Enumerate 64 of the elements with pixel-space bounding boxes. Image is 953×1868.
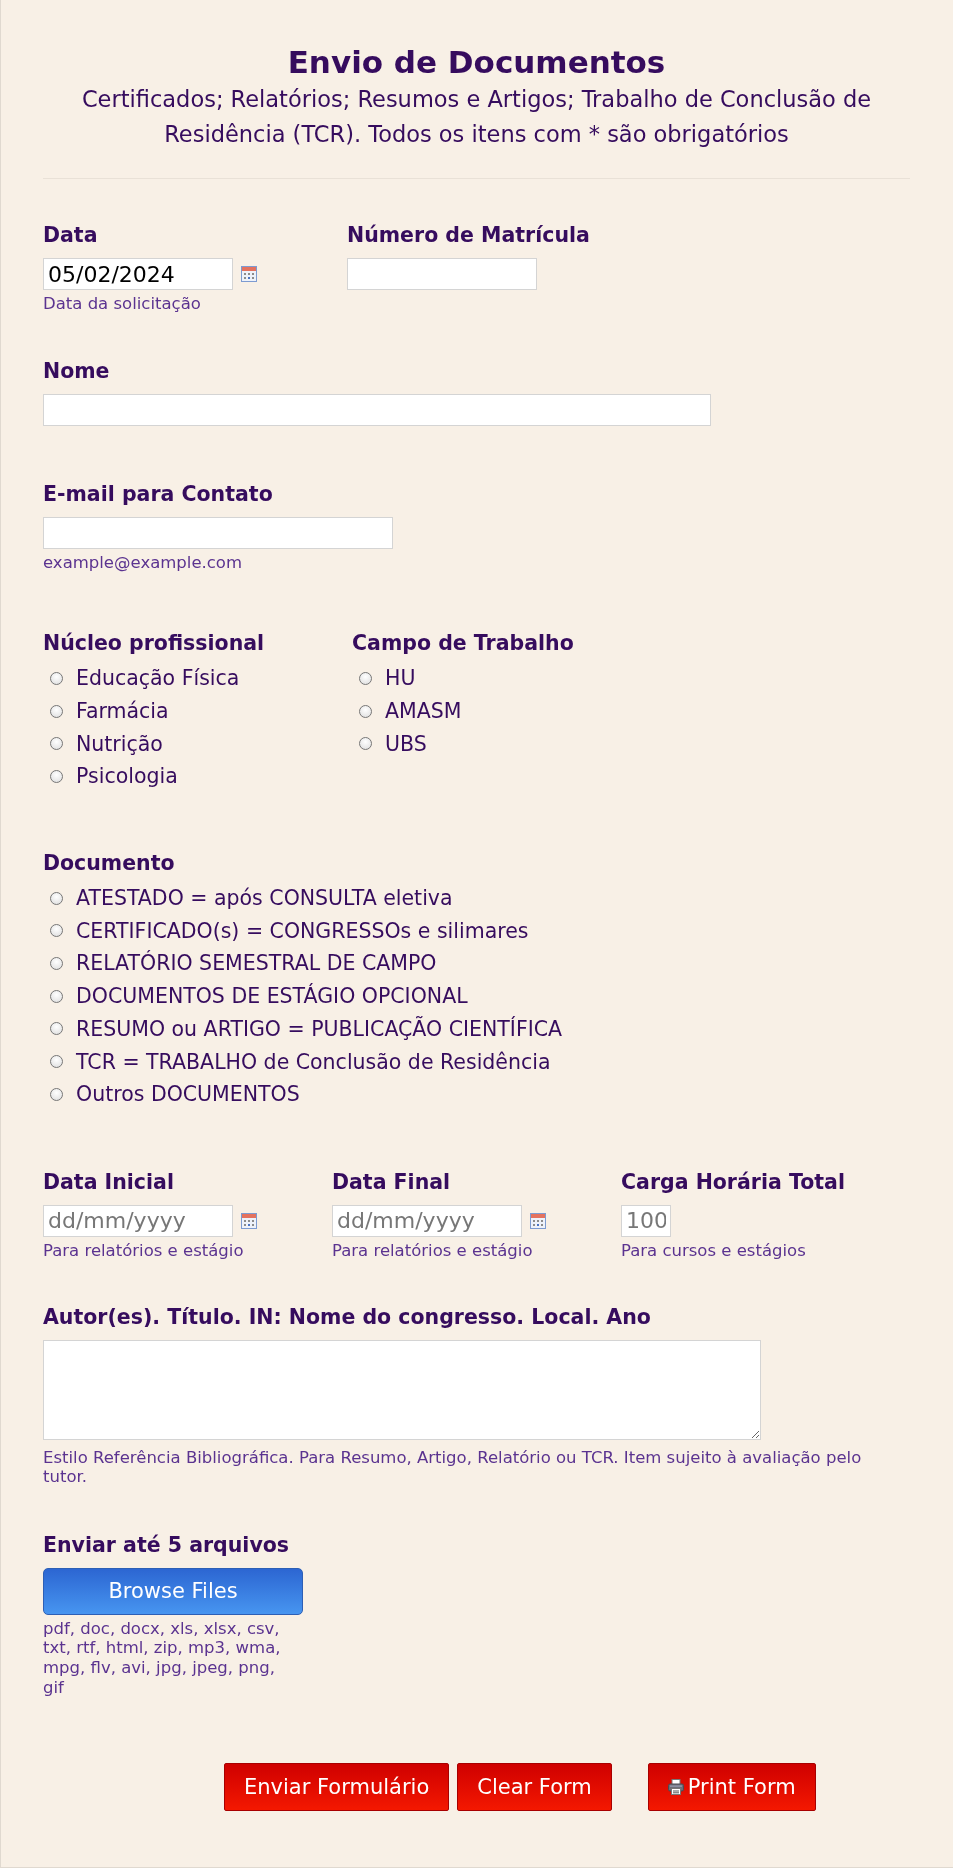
calendar-icon[interactable] xyxy=(241,266,257,282)
date-field[interactable]: dd/mm/yyyy xyxy=(43,1204,233,1237)
form-title: Envio de Documentos xyxy=(286,44,667,80)
field-label: Núcleo profissional xyxy=(43,631,266,655)
text-field[interactable] xyxy=(347,258,537,290)
radio-button[interactable] xyxy=(359,737,372,751)
field-label: E-mail para Contato xyxy=(43,482,274,506)
field-label: Nome xyxy=(43,359,111,383)
calendar-icon[interactable] xyxy=(530,1212,546,1229)
text-field[interactable] xyxy=(43,394,711,426)
radio-label[interactable]: Outros DOCUMENTOS xyxy=(76,1082,300,1107)
radio-button[interactable] xyxy=(50,737,63,751)
radio-button[interactable] xyxy=(359,704,372,718)
radio-label[interactable]: RESUMO ou ARTIGO = PUBLICAÇÃO CIENTÍFICA xyxy=(76,1016,563,1041)
form-subtitle: Certificados; Relatórios; Resumos e Artigos; Trabalho de Conclusão de Residência (TCR). Todos os itens com * são obrigatórios xyxy=(80,85,873,149)
radio-label[interactable]: RELATÓRIO SEMESTRAL DE CAMPO xyxy=(76,951,437,976)
date-field[interactable]: dd/mm/yyyy xyxy=(332,1204,522,1237)
radio-label[interactable]: Nutrição xyxy=(76,731,163,756)
browse-files-button[interactable]: Browse Files xyxy=(43,1567,303,1615)
field-hint: Data da solicitação xyxy=(43,294,202,313)
radio-button[interactable] xyxy=(50,671,63,685)
date-field[interactable]: 05/02/2024 xyxy=(43,258,233,290)
radio-label[interactable]: TCR = TRABALHO de Conclusão de Residência xyxy=(76,1049,551,1074)
radio-label[interactable]: CERTIFICADO(s) = CONGRESSOs e silimares xyxy=(76,918,529,943)
printer-icon xyxy=(667,1779,684,1796)
radio-label[interactable]: DOCUMENTOS DE ESTÁGIO OPCIONAL xyxy=(76,984,468,1009)
field-label: Data Inicial xyxy=(43,1169,175,1194)
radio-label[interactable]: ATESTADO = após CONSULTA eletiva xyxy=(76,886,453,911)
field-label: Data xyxy=(43,223,99,247)
field-label: Carga Horária Total xyxy=(621,1169,846,1194)
radio-button[interactable] xyxy=(50,924,63,938)
radio-label[interactable]: Psicologia xyxy=(76,764,178,789)
radio-button[interactable] xyxy=(50,989,63,1003)
field-label: Data Final xyxy=(332,1169,452,1194)
radio-button[interactable] xyxy=(50,891,63,905)
radio-button[interactable] xyxy=(50,1055,63,1069)
radio-label[interactable]: AMASM xyxy=(385,699,462,724)
radio-button[interactable] xyxy=(50,704,63,718)
clear-button[interactable]: Clear Form xyxy=(457,1763,612,1812)
field-label: Documento xyxy=(43,850,176,875)
radio-button[interactable] xyxy=(50,1087,63,1101)
field-label: Número de Matrícula xyxy=(347,223,591,247)
file-types-hint: pdf, doc, docx, xls, xlsx, csv, txt, rtf, html, zip, mp3, wma, mpg, flv, avi, jpg, jpeg, png, gif xyxy=(43,1618,282,1698)
radio-button[interactable] xyxy=(359,671,372,685)
field-label: Autor(es). Título. IN: Nome do congresso. Local. Ano xyxy=(43,1304,652,1329)
field-label: Enviar até 5 arquivos xyxy=(43,1532,291,1557)
radio-label[interactable]: HU xyxy=(385,666,416,691)
radio-button[interactable] xyxy=(50,769,63,783)
radio-button[interactable] xyxy=(50,1022,63,1036)
print-button[interactable]: Print Form xyxy=(647,1763,816,1812)
email-field[interactable] xyxy=(43,517,393,549)
radio-button[interactable] xyxy=(50,956,63,970)
radio-label[interactable]: UBS xyxy=(385,731,427,756)
field-hint: Para cursos e estágios xyxy=(621,1240,807,1260)
radio-label[interactable]: Educação Física xyxy=(76,666,240,691)
calendar-icon[interactable] xyxy=(241,1212,257,1229)
field-hint: Estilo Referência Bibliográfica. Para Resumo, Artigo, Relatório ou TCR. Item sujeito à avaliação pelo tutor. xyxy=(43,1447,863,1487)
radio-label[interactable]: Farmácia xyxy=(76,699,169,724)
field-hint: Para relatórios e estágio xyxy=(43,1240,245,1260)
field-hint: Para relatórios e estágio xyxy=(332,1240,534,1260)
field-label: Campo de Trabalho xyxy=(352,631,575,655)
number-field[interactable]: 100 xyxy=(621,1204,671,1237)
submit-button[interactable]: Enviar Formulário xyxy=(224,1763,450,1812)
field-hint: example@example.com xyxy=(43,553,244,572)
